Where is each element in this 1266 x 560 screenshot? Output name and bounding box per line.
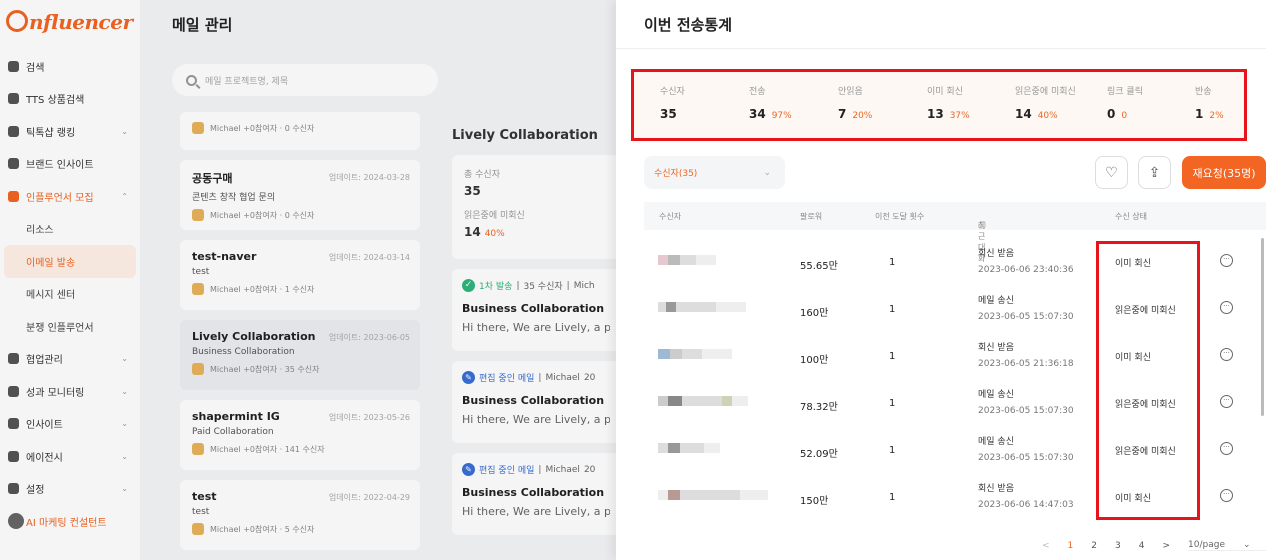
recipient-avatar-blurred — [658, 441, 720, 459]
prev-page-button[interactable]: < — [1042, 541, 1050, 551]
column-recipient: 수신자 — [659, 212, 682, 221]
recipient-avatar-blurred — [658, 253, 716, 271]
drawer-title: 이번 전송통계 — [644, 16, 733, 34]
column-reach-count: 이전 도달 횟수 — [875, 212, 925, 221]
divider — [616, 48, 1266, 49]
chat-icon[interactable]: ··· — [1220, 254, 1233, 267]
chat-icon[interactable]: ··· — [1220, 301, 1233, 314]
chevron-down-icon: ⌄ — [1243, 540, 1251, 550]
chat-icon[interactable]: ··· — [1220, 489, 1233, 502]
next-page-button[interactable]: > — [1162, 541, 1170, 551]
favorite-button[interactable]: ♡ — [1095, 156, 1128, 189]
recipient-filter-select[interactable]: 수신자(35) ⌄ — [644, 156, 785, 189]
column-status: 수신 상태 — [1115, 212, 1147, 221]
chat-icon[interactable]: ··· — [1220, 348, 1233, 361]
page-2-button[interactable]: 2 — [1091, 541, 1097, 551]
page-1-button[interactable]: 1 — [1068, 541, 1074, 551]
table-header: 수신자 팔로워 이전 도달 횟수 최근 대화 ⓘ 수신 상태 — [644, 202, 1266, 263]
recipient-avatar-blurred — [658, 394, 748, 412]
help-icon: ⓘ — [978, 221, 986, 230]
recipient-avatar-blurred — [658, 488, 768, 506]
chat-icon[interactable]: ··· — [1220, 395, 1233, 408]
resend-button[interactable]: 재요청(35명) — [1182, 156, 1266, 189]
modal-overlay[interactable] — [0, 0, 616, 560]
chat-icon[interactable]: ··· — [1220, 442, 1233, 455]
highlight-frame-stats — [631, 69, 1247, 141]
column-followers: 팔로워 — [800, 212, 823, 221]
page-3-button[interactable]: 3 — [1115, 541, 1121, 551]
upload-icon: ⇪ — [1148, 164, 1161, 181]
recipient-avatar-blurred — [658, 300, 746, 318]
page-4-button[interactable]: 4 — [1139, 541, 1145, 551]
recipient-avatar-blurred — [658, 347, 732, 365]
export-button[interactable]: ⇪ — [1138, 156, 1171, 189]
scrollbar[interactable] — [1261, 238, 1264, 416]
page-size-select[interactable]: 10/page ⌄ — [1188, 540, 1266, 551]
heart-icon: ♡ — [1105, 164, 1118, 181]
pagination: < 1 2 3 4 > 10/page ⌄ — [1042, 540, 1266, 551]
highlight-frame-status — [1096, 241, 1200, 520]
chevron-down-icon: ⌄ — [763, 167, 771, 178]
